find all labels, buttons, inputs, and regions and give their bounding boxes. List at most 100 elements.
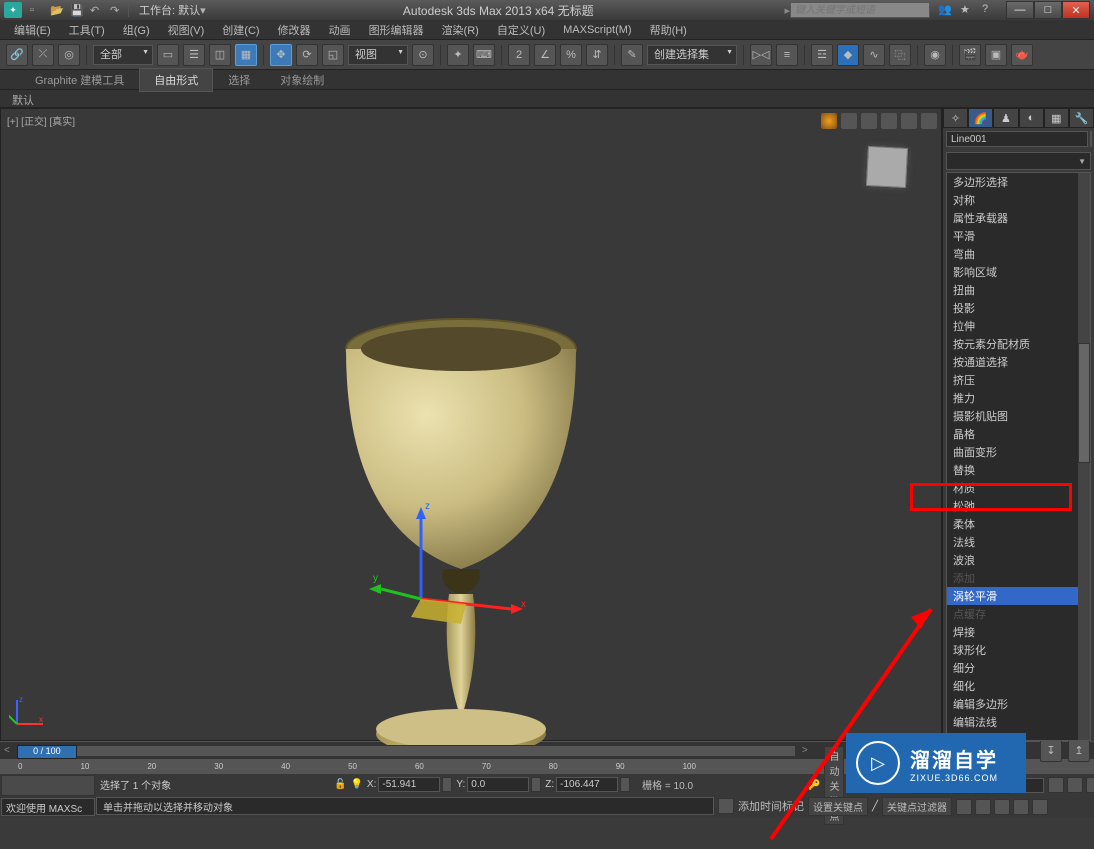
menu-group[interactable]: 组(G)	[115, 20, 158, 40]
maximize-button[interactable]: □	[1034, 1, 1062, 19]
cmd-tab-motion[interactable]: ◐	[1019, 108, 1044, 128]
named-sel-set-dropdown[interactable]: 创建选择集	[647, 45, 737, 65]
script-mini-listener[interactable]	[1, 775, 95, 796]
modifier-item[interactable]: 曲面变形	[947, 443, 1078, 461]
cmd-tab-utilities[interactable]: 🔧	[1069, 108, 1094, 128]
cmd-tab-hierarchy[interactable]: ♟	[993, 108, 1018, 128]
coord-x-input[interactable]	[378, 777, 440, 792]
time-slider-thumb[interactable]: 0 / 100	[17, 745, 77, 759]
menu-rendering[interactable]: 渲染(R)	[434, 20, 487, 40]
menu-animation[interactable]: 动画	[321, 20, 359, 40]
tab-freeform[interactable]: 自由形式	[139, 68, 213, 92]
snap-angle-icon[interactable]: ∠	[534, 44, 556, 66]
modifier-item[interactable]: 细分	[947, 659, 1078, 677]
vp-config-icon-3[interactable]	[881, 113, 897, 129]
maxscript-listener[interactable]: 欢迎使用 MAXSc	[1, 798, 95, 816]
close-button[interactable]: ✕	[1062, 1, 1090, 19]
modifier-item[interactable]: 晶格	[947, 425, 1078, 443]
modifier-item[interactable]: 平滑	[947, 227, 1078, 245]
bind-icon[interactable]: ◎	[58, 44, 80, 66]
menu-create[interactable]: 创建(C)	[214, 20, 267, 40]
render-production-icon[interactable]: 🫖	[1011, 44, 1033, 66]
unlink-icon[interactable]: ⤫	[32, 44, 54, 66]
app-icon[interactable]: ✦	[4, 2, 22, 18]
coord-y-input[interactable]	[467, 777, 529, 792]
vp-nav-icon-1[interactable]	[1048, 777, 1064, 793]
vp-nav-icon-7[interactable]	[1013, 799, 1029, 815]
vp-nav-icon-3[interactable]	[1086, 777, 1094, 793]
graphite-icon[interactable]: ◆	[837, 44, 859, 66]
modifier-item[interactable]: 替换	[947, 461, 1078, 479]
modifier-item[interactable]: 推力	[947, 389, 1078, 407]
timeline-prev-icon[interactable]: <	[4, 745, 10, 756]
modifier-item[interactable]: 细化	[947, 677, 1078, 695]
link-icon[interactable]: 🔗	[6, 44, 28, 66]
mirror-icon[interactable]: ▷◁	[750, 44, 772, 66]
modifier-item[interactable]: 按通道选择	[947, 353, 1078, 371]
favorites-icon[interactable]: ★	[960, 3, 974, 17]
menu-views[interactable]: 视图(V)	[160, 20, 213, 40]
select-manipulate-icon[interactable]: ✦	[447, 44, 469, 66]
modifier-item[interactable]: 对称	[947, 191, 1078, 209]
layer-manager-icon[interactable]: ☲	[811, 44, 833, 66]
select-object-icon[interactable]: ▭	[157, 44, 179, 66]
new-icon[interactable]: ▫	[30, 4, 42, 16]
viewport-label[interactable]: [+] [正交] [真实]	[7, 113, 75, 128]
coord-y-spinner[interactable]	[531, 777, 541, 792]
modifier-list[interactable]: 多边形选择对称属性承载器平滑弯曲影响区域扭曲投影拉伸按元素分配材质按通道选择挤压…	[946, 172, 1091, 741]
keyboard-shortcut-icon[interactable]: ⌨	[473, 44, 495, 66]
modifier-item[interactable]: 编辑多边形	[947, 695, 1078, 713]
coord-z-input[interactable]	[556, 777, 618, 792]
vp-nav-icon-8[interactable]	[1032, 799, 1048, 815]
tab-objectpaint[interactable]: 对象绘制	[265, 68, 339, 92]
cmd-tab-modify[interactable]: 🌈	[968, 108, 993, 128]
select-move-icon[interactable]: ✥	[270, 44, 292, 66]
curve-editor-icon[interactable]: ∿	[863, 44, 885, 66]
modifier-item[interactable]: 波浪	[947, 551, 1078, 569]
modifier-item[interactable]: 球形化	[947, 641, 1078, 659]
timeline-config-icon[interactable]: ↧	[1040, 740, 1062, 762]
material-editor-icon[interactable]: ◉	[924, 44, 946, 66]
ref-coord-dropdown[interactable]: 视图	[348, 45, 408, 65]
menu-modifiers[interactable]: 修改器	[270, 20, 319, 40]
modifier-item[interactable]: 弯曲	[947, 245, 1078, 263]
select-rotate-icon[interactable]: ⟳	[296, 44, 318, 66]
help-icon[interactable]: ?	[982, 3, 996, 17]
vp-config-icon-2[interactable]	[861, 113, 877, 129]
modifier-item[interactable]: 点缓存	[947, 605, 1078, 623]
sign-in-icon[interactable]: 👥	[938, 3, 952, 17]
modifier-item[interactable]: 添加	[947, 569, 1078, 587]
modifier-item[interactable]: 编辑法线	[947, 713, 1078, 731]
modifier-item[interactable]: 挤压	[947, 371, 1078, 389]
modifier-item[interactable]: 焊接	[947, 623, 1078, 641]
modifier-scrollbar[interactable]	[1078, 173, 1090, 740]
modifier-item[interactable]: 属性承载器	[947, 209, 1078, 227]
modifier-item[interactable]: 材质	[947, 479, 1078, 497]
viewcube[interactable]	[857, 137, 917, 197]
undo-icon[interactable]: ↶	[90, 4, 102, 16]
schematic-view-icon[interactable]: ⿻	[889, 44, 911, 66]
modifier-item[interactable]: 法线	[947, 533, 1078, 551]
modifier-item[interactable]: 摄影机贴图	[947, 407, 1078, 425]
tab-graphite[interactable]: Graphite 建模工具	[20, 68, 139, 92]
selection-filter-dropdown[interactable]: 全部	[93, 45, 153, 65]
window-crossing-icon[interactable]: ▦	[235, 44, 257, 66]
tab-selection[interactable]: 选择	[213, 68, 265, 92]
rendered-frame-icon[interactable]: ▣	[985, 44, 1007, 66]
select-region-icon[interactable]: ◫	[209, 44, 231, 66]
modifier-item[interactable]: 多边形选择	[947, 173, 1078, 191]
lock-selection-icon[interactable]: 🔓	[334, 779, 346, 790]
lighting-icon[interactable]	[821, 113, 837, 129]
modifier-item[interactable]: 松弛	[947, 497, 1078, 515]
vp-config-icon-1[interactable]	[841, 113, 857, 129]
snap-percent-icon[interactable]: %	[560, 44, 582, 66]
modifier-item[interactable]: 涡轮平滑	[947, 587, 1078, 605]
use-center-icon[interactable]: ⊙	[412, 44, 434, 66]
cmd-tab-create[interactable]: ✧	[943, 108, 968, 128]
viewport[interactable]: [+] [正交] [真实]	[0, 108, 942, 741]
vp-config-icon-4[interactable]	[901, 113, 917, 129]
workspace-label[interactable]: 工作台: 默认	[139, 2, 200, 18]
object-name-input[interactable]	[946, 131, 1088, 147]
modifier-item[interactable]: 柔体	[947, 515, 1078, 533]
modifier-item[interactable]: 扭曲	[947, 281, 1078, 299]
